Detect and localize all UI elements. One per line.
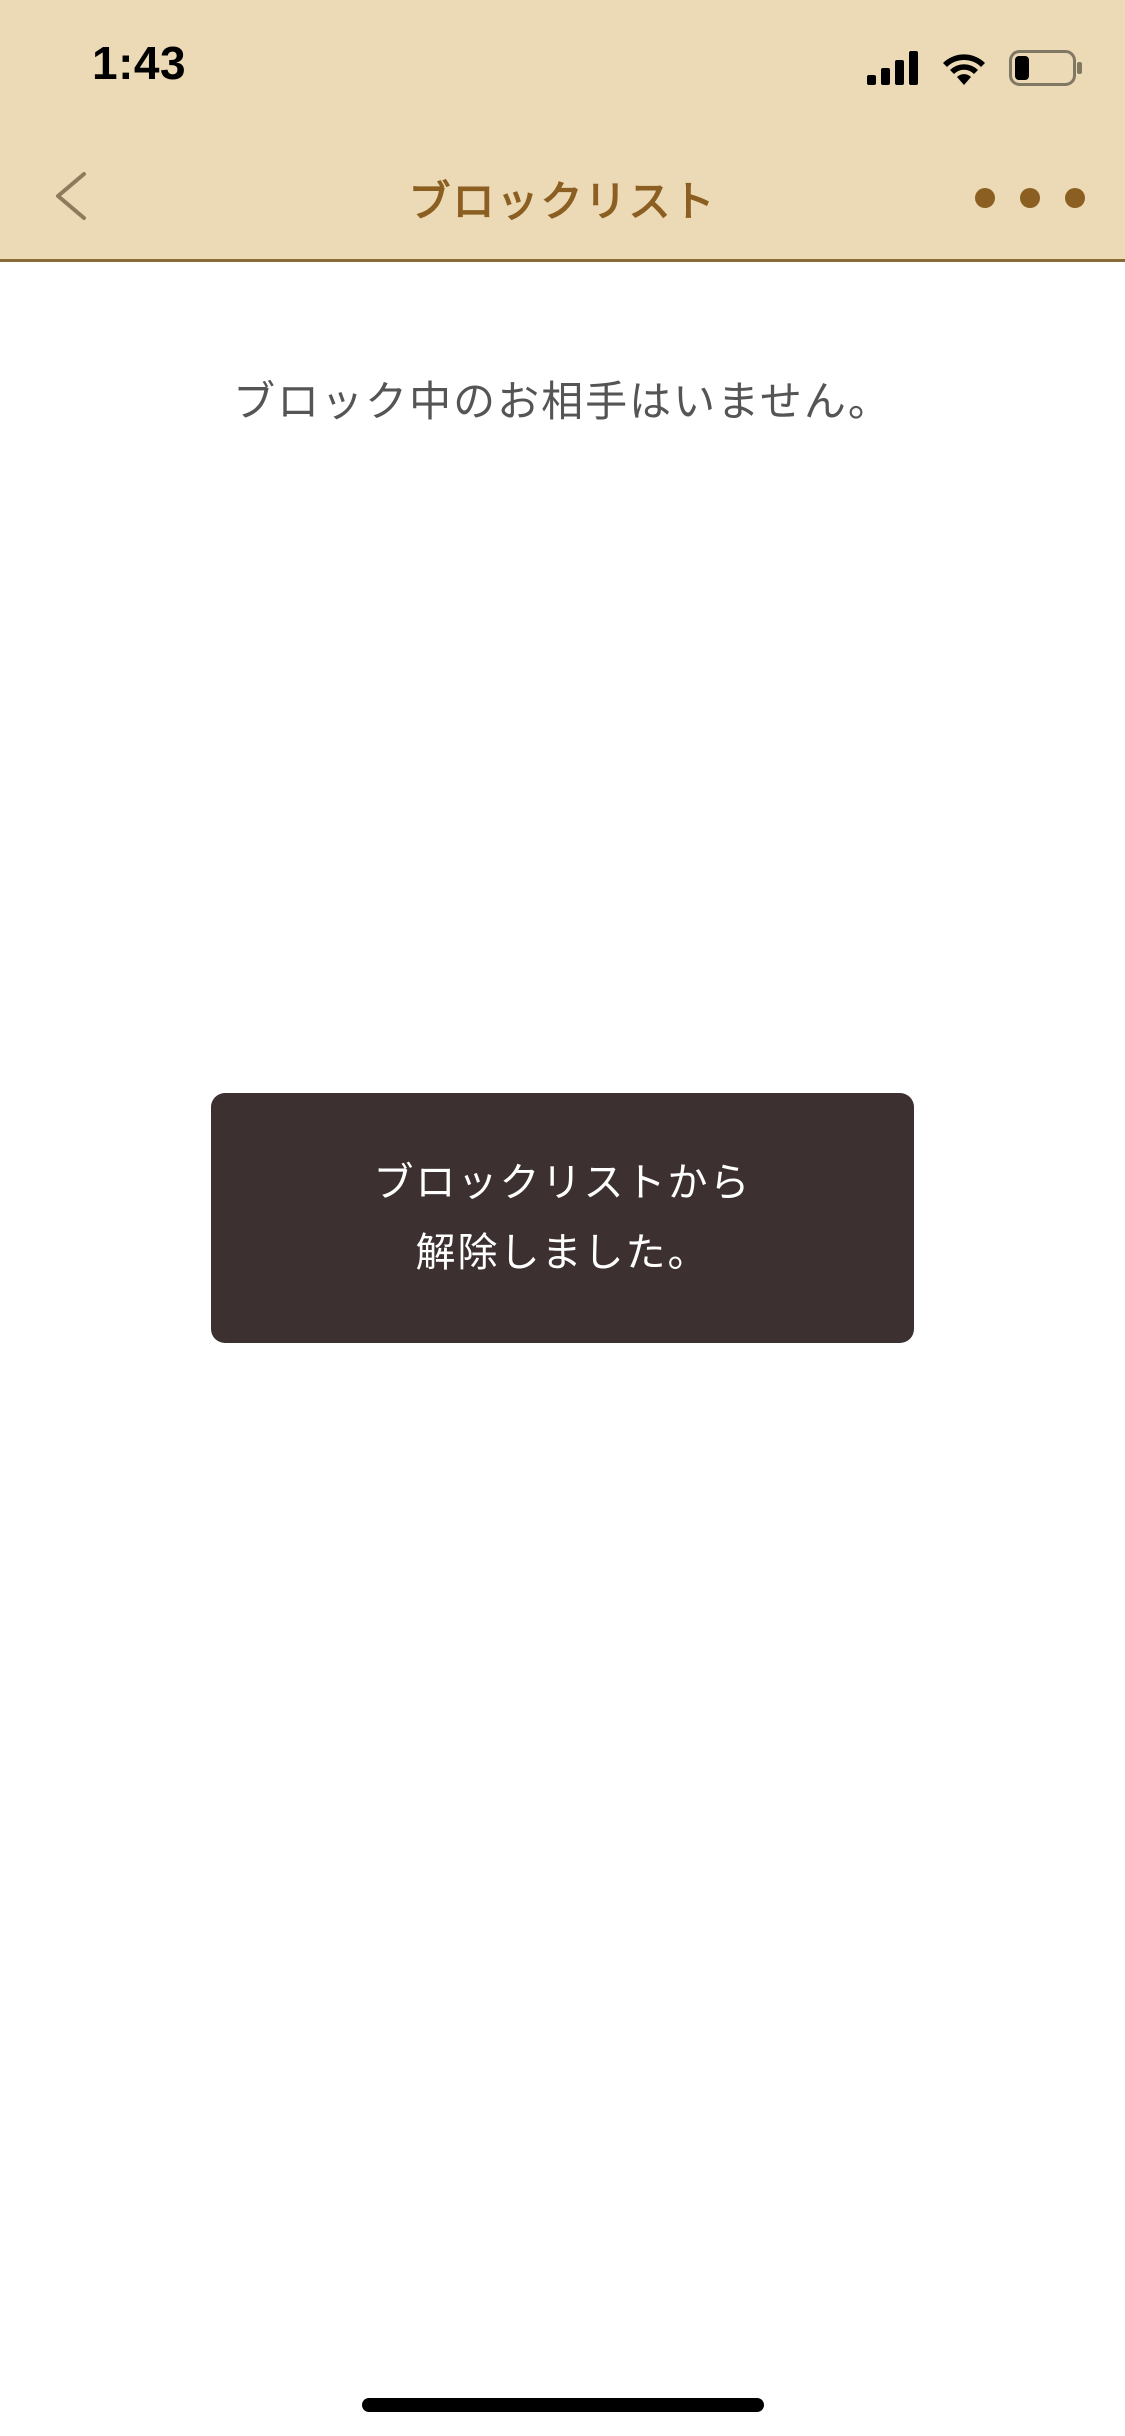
wifi-icon [943, 54, 985, 85]
battery-icon [1009, 50, 1082, 86]
more-dots-icon [1065, 188, 1085, 208]
toast-line-2: 解除しました。 [415, 1230, 710, 1276]
screen: 1:43 ブロックリスト ブロック中のお相手はいません。 ブロックリストから 解… [0, 0, 1125, 2436]
page-title: ブロックリスト [408, 177, 717, 226]
more-dots-icon [975, 188, 995, 208]
signal-icon [867, 51, 918, 85]
more-dots-icon [1020, 188, 1040, 208]
toast-line-1: ブロックリストから [373, 1160, 752, 1206]
empty-state-message: ブロック中のお相手はいません。 [233, 377, 892, 426]
status-time: 1:43 [92, 37, 187, 89]
home-indicator[interactable] [362, 2398, 764, 2412]
header: 1:43 ブロックリスト [0, 0, 1125, 262]
toast-notification: ブロックリストから 解除しました。 [211, 1093, 914, 1343]
nav-bar: ブロックリスト [0, 132, 1125, 262]
more-button[interactable] [975, 168, 1085, 228]
status-icons [867, 46, 1083, 90]
